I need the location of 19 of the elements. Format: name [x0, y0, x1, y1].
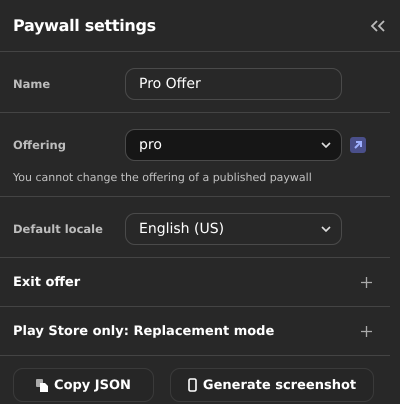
- phone-icon: [188, 378, 197, 392]
- external-link-icon[interactable]: [350, 137, 366, 153]
- chevron-icon: [321, 142, 331, 148]
- generate-button[interactable]: Generate screenshot: [170, 368, 374, 402]
- dropdown[interactable]: English (US): [125, 213, 342, 245]
- section-title[interactable]: Exit offer: [13, 274, 80, 290]
- collapse-icon[interactable]: [370, 20, 386, 32]
- field-label: Default locale: [13, 222, 104, 236]
- copy-button[interactable]: Copy JSON: [13, 368, 154, 402]
- field-label: Name: [13, 77, 52, 91]
- panel-title: Paywall settings: [13, 16, 156, 35]
- helper-text: You cannot change the offering of a published paywall: [13, 171, 313, 184]
- plus-icon[interactable]: [361, 276, 372, 288]
- field-label: Offering: [13, 138, 67, 152]
- chevron-icon: [321, 226, 331, 232]
- copy-icon: [36, 378, 48, 392]
- name-field[interactable]: Pro Offer: [125, 68, 342, 100]
- section-title[interactable]: Play Store only: Replacement mode: [13, 324, 274, 338]
- plus-icon[interactable]: [361, 326, 372, 336]
